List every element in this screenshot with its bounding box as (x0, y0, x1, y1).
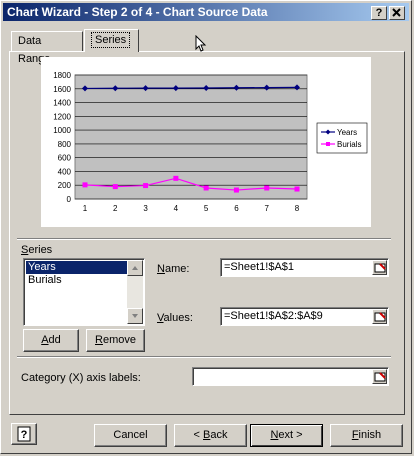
chart-preview: 1800 1600 1400 1200 1000 800 600 400 200 0 1 2 3 4 5 6 7… (41, 57, 371, 227)
series-item-years[interactable]: Years (26, 261, 128, 274)
x-tick-label: 3 (143, 204, 148, 213)
x-tick-label: 5 (204, 204, 209, 213)
title-bar: Chart Wizard - Step 2 of 4 - Chart Sourc… (3, 3, 409, 21)
chart-wizard-dialog: Chart Wizard - Step 2 of 4 - Chart Sourc… (0, 0, 412, 454)
data-point (143, 183, 149, 189)
collapse-dialog-icon (374, 263, 386, 273)
next-button[interactable]: Next > (250, 424, 323, 447)
scroll-down-button[interactable] (127, 308, 143, 324)
mouse-cursor-icon (195, 35, 207, 52)
data-point (112, 184, 118, 190)
y-tick-label: 0 (67, 195, 72, 204)
series-item-burials[interactable]: Burials (26, 274, 128, 287)
series-name-input[interactable]: =Sheet1!$A$1 (220, 258, 389, 277)
name-field-label: Name: (157, 263, 190, 275)
tab-data-range[interactable]: Data Range (11, 31, 83, 65)
chart-svg: 1800 1600 1400 1200 1000 800 600 400 200 0 1 2 3 4 5 6 7… (53, 71, 368, 213)
y-tick-label: 400 (58, 167, 72, 176)
y-tick-label: 200 (58, 181, 72, 190)
tab-series[interactable]: Series (84, 29, 139, 52)
x-tick-label: 4 (174, 204, 179, 213)
x-tick-label: 2 (113, 204, 118, 213)
series-scrollbar[interactable] (127, 260, 143, 324)
y-tick-label: 1000 (53, 126, 71, 135)
data-point (264, 185, 270, 191)
x-tick-label: 6 (234, 204, 239, 213)
scroll-up-button[interactable] (127, 260, 143, 276)
category-range-select-button[interactable] (372, 369, 387, 384)
remove-series-button[interactable]: Remove (86, 329, 145, 352)
data-point (294, 186, 300, 192)
close-button[interactable] (389, 6, 405, 20)
collapse-dialog-icon (374, 372, 386, 382)
plot-area (74, 74, 308, 200)
x-tick-label: 7 (264, 204, 269, 213)
data-point (82, 182, 88, 188)
y-tick-label: 1200 (53, 112, 71, 121)
office-assistant-button[interactable]: ? (11, 423, 37, 445)
legend-label: Years (337, 128, 357, 137)
series-values-value: =Sheet1!$A$2:$A$9 (224, 310, 323, 322)
cancel-button[interactable]: Cancel (94, 424, 167, 447)
svg-text:?: ? (21, 429, 28, 441)
series-listbox[interactable]: Years Burials (23, 258, 145, 326)
legend-label: Burials (337, 140, 361, 149)
values-range-select-button[interactable] (372, 309, 387, 324)
finish-button[interactable]: Finish (330, 424, 403, 447)
y-tick-label: 1800 (53, 71, 71, 80)
arrow-up-icon (132, 266, 138, 270)
legend-marker (326, 142, 330, 146)
category-labels-label: Category (X) axis labels: (21, 372, 141, 384)
data-point (173, 175, 179, 181)
name-range-select-button[interactable] (372, 260, 387, 275)
divider (17, 356, 391, 358)
series-values-input[interactable]: =Sheet1!$A$2:$A$9 (220, 307, 389, 326)
data-point (203, 185, 209, 191)
close-icon (392, 8, 401, 17)
back-button[interactable]: < Back (174, 424, 247, 447)
series-name-value: =Sheet1!$A$1 (224, 261, 295, 273)
category-labels-input[interactable] (192, 367, 389, 386)
y-tick-label: 1400 (53, 99, 71, 108)
add-series-button[interactable]: Add (23, 329, 79, 352)
tab-series-label: Series (91, 32, 131, 48)
window-title: Chart Wizard - Step 2 of 4 - Chart Sourc… (7, 5, 268, 19)
help-title-button[interactable]: ? (371, 6, 387, 20)
y-tick-label: 800 (58, 140, 72, 149)
divider (17, 238, 391, 240)
x-tick-label: 1 (83, 204, 88, 213)
category-labels-text: Category (X) axis labels: (21, 372, 141, 384)
arrow-down-icon (132, 314, 138, 318)
y-tick-label: 600 (58, 154, 72, 163)
collapse-dialog-icon (374, 312, 386, 322)
x-tick-label: 8 (295, 204, 300, 213)
help-assistant-icon: ? (17, 426, 31, 442)
values-field-label: Values: (157, 312, 193, 324)
data-point (233, 187, 239, 193)
y-tick-label: 1600 (53, 85, 71, 94)
series-label: Series (21, 244, 53, 256)
